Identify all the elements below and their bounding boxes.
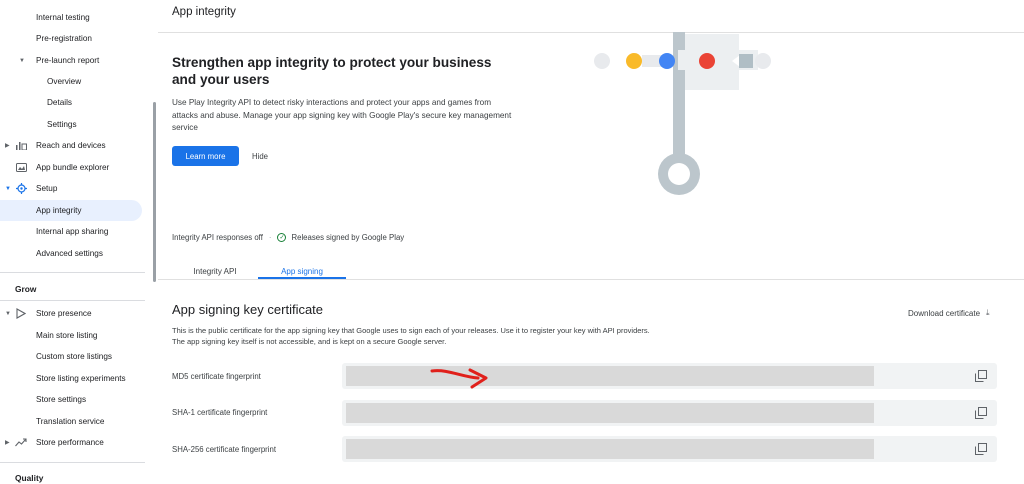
sidebar-divider: [0, 300, 145, 301]
sidebar-item-translation-service[interactable]: Translation service: [36, 411, 104, 432]
copy-icon[interactable]: [975, 443, 987, 455]
md5-fingerprint-label: MD5 certificate fingerprint: [172, 372, 261, 381]
md5-fingerprint-value-redacted: [346, 366, 874, 386]
tab-app-signing[interactable]: App signing: [258, 264, 346, 278]
learn-more-button[interactable]: Learn more: [172, 146, 239, 166]
chevron-down-icon: ▼: [19, 57, 25, 64]
sha1-fingerprint-label: SHA-1 certificate fingerprint: [172, 408, 268, 417]
sidebar-item-store-listing-experiments[interactable]: Store listing experiments: [36, 368, 126, 389]
sidebar: Internal testing Pre-registration ▼ Pre-…: [0, 0, 150, 484]
sha1-fingerprint-field: [342, 400, 997, 426]
sha256-fingerprint-value-redacted: [346, 439, 874, 459]
sidebar-divider: [0, 462, 145, 463]
certificate-description: This is the public certificate for the a…: [172, 326, 650, 346]
sidebar-divider: [0, 272, 145, 273]
trending-up-icon: [15, 437, 27, 449]
signing-status: Releases signed by Google Play: [291, 232, 405, 242]
tab-integrity-api[interactable]: Integrity API: [180, 264, 250, 278]
download-icon: ⤓: [986, 308, 990, 317]
sidebar-item-app-integrity[interactable]: App integrity: [36, 200, 82, 221]
status-separator: ·: [268, 232, 272, 242]
play-icon: [15, 308, 27, 320]
sidebar-item-store-performance[interactable]: ▶ Store performance: [0, 432, 145, 453]
sidebar-item-reach-and-devices[interactable]: ▶ Reach and devices: [0, 135, 145, 156]
sidebar-item-details[interactable]: Details: [47, 92, 72, 113]
sidebar-item-custom-store-listings[interactable]: Custom store listings: [36, 346, 112, 367]
chevron-right-icon: ▶: [5, 440, 10, 446]
sidebar-item-app-bundle-explorer[interactable]: App bundle explorer: [0, 157, 145, 178]
sidebar-item-store-presence[interactable]: ▼ Store presence: [0, 303, 145, 324]
sidebar-item-settings[interactable]: Settings: [47, 114, 77, 135]
sidebar-scrollbar[interactable]: [153, 102, 156, 282]
hide-button[interactable]: Hide: [246, 146, 274, 166]
sidebar-item-pre-registration[interactable]: Pre-registration: [36, 28, 92, 49]
bundle-icon: [15, 162, 27, 174]
sidebar-item-internal-testing[interactable]: Internal testing: [36, 7, 90, 28]
section-title-grow: Grow: [15, 284, 37, 294]
bar-chart-icon: [15, 140, 27, 152]
sha256-fingerprint-label: SHA-256 certificate fingerprint: [172, 445, 277, 454]
sidebar-item-setup[interactable]: ▼ Setup: [0, 178, 145, 199]
integrity-api-status: Integrity API responses off: [172, 232, 263, 242]
sha1-fingerprint-value-redacted: [346, 403, 874, 423]
sidebar-item-main-store-listing[interactable]: Main store listing: [36, 325, 97, 346]
copy-icon[interactable]: [975, 370, 987, 382]
page-title: App integrity: [172, 6, 236, 18]
tabs-divider: [158, 279, 1024, 280]
chevron-down-icon: ▼: [5, 310, 11, 317]
download-certificate-link[interactable]: Download certificate ⤓: [908, 308, 990, 318]
sidebar-item-store-settings[interactable]: Store settings: [36, 389, 86, 410]
gear-icon: [15, 183, 27, 195]
certificate-title: App signing key certificate: [172, 302, 324, 317]
check-circle-icon: ✓: [277, 232, 287, 242]
hero-title: Strengthen app integrity to protect your…: [172, 55, 492, 87]
sidebar-item-internal-app-sharing[interactable]: Internal app sharing: [36, 221, 108, 242]
status-row: Integrity API responses off · ✓ Releases…: [172, 231, 404, 243]
main-content: App integrity Strengthen app integrity t…: [158, 0, 1024, 484]
annotation-arrow: [430, 368, 488, 389]
sha256-fingerprint-field: [342, 436, 997, 462]
chevron-down-icon: ▼: [5, 185, 11, 192]
sidebar-item-overview[interactable]: Overview: [47, 71, 81, 92]
sidebar-item-advanced-settings[interactable]: Advanced settings: [36, 243, 103, 264]
copy-icon[interactable]: [975, 407, 987, 419]
integrity-illustration: [594, 32, 771, 195]
hero-description: Use Play Integrity API to detect risky i…: [172, 98, 512, 133]
download-certificate-label: Download certificate: [908, 308, 981, 318]
chevron-right-icon: ▶: [5, 143, 10, 149]
section-title-quality: Quality: [15, 473, 44, 483]
